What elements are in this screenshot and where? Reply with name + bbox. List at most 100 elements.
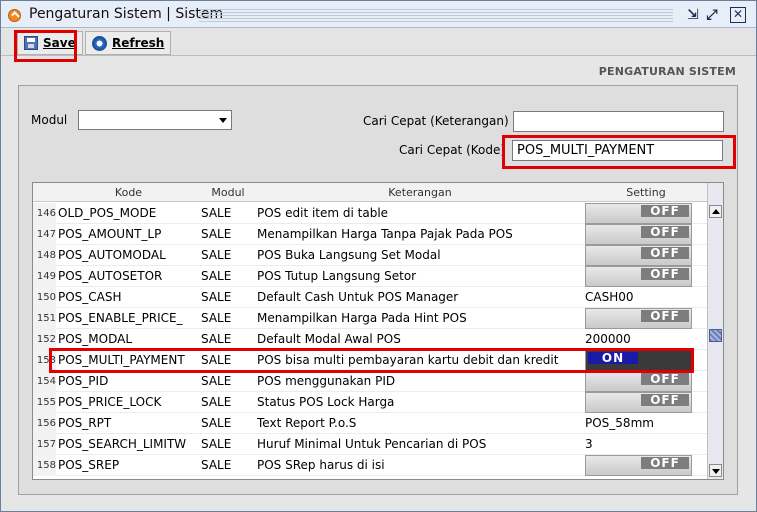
table-row[interactable]: 158 POS_SREP SALE POS SRep harus di isi OFF	[33, 455, 707, 476]
setting-toggle-label: OFF	[641, 226, 689, 238]
setting-toggle[interactable]: OFF	[585, 245, 692, 266]
cell-modul: SALE	[201, 248, 232, 262]
settings-grid: Kode Modul Keterangan Setting 146 OLD_POS…	[32, 182, 724, 480]
modul-select[interactable]	[78, 110, 232, 130]
table-row[interactable]: 154 POS_PID SALE POS menggunakan PID OFF	[33, 371, 707, 392]
cari-keterangan-input[interactable]	[513, 111, 724, 132]
scroll-up-icon[interactable]	[709, 205, 722, 218]
cell-setting[interactable]: OFF	[585, 266, 707, 287]
cell-setting[interactable]: OFF	[585, 224, 707, 245]
cell-modul: SALE	[201, 269, 232, 283]
cell-modul: SALE	[201, 458, 232, 472]
settings-window: Pengaturan Sistem | Sistem ⇲ ⤢ ✕ Save Re…	[0, 0, 757, 512]
cell-kode: POS_PID	[58, 374, 109, 388]
cell-setting[interactable]: POS_58mm	[585, 413, 707, 434]
cell-setting[interactable]: OFF	[585, 392, 707, 413]
cell-modul: SALE	[201, 374, 232, 388]
cell-modul: SALE	[201, 290, 232, 304]
setting-toggle-label: OFF	[641, 205, 689, 217]
cell-keterangan: POS Tutup Langsung Setor	[257, 269, 417, 283]
cell-setting[interactable]: OFF	[585, 371, 707, 392]
cell-kode: POS_CASH	[58, 290, 122, 304]
setting-toggle-label: OFF	[641, 394, 689, 406]
cell-keterangan: Default Cash Untuk POS Manager	[257, 290, 459, 304]
cari-keterangan-label: Cari Cepat (Keterangan)	[363, 114, 509, 128]
table-row[interactable]: 156 POS_RPT SALE Text Report P.o.S POS_58mm	[33, 413, 707, 434]
row-number: 147	[33, 224, 56, 245]
refresh-button[interactable]: Refresh	[85, 31, 172, 55]
cell-keterangan: Text Report P.o.S	[257, 416, 357, 430]
setting-toggle[interactable]: OFF	[585, 455, 692, 476]
cell-modul: SALE	[201, 206, 232, 220]
row-number: 155	[33, 392, 56, 413]
cell-kode: POS_AUTOSETOR	[58, 269, 163, 283]
cell-keterangan: Menampilkan Harga Tanpa Pajak Pada POS	[257, 227, 513, 241]
table-row[interactable]: 148 POS_AUTOMODAL SALE POS Buka Langsung Se…	[33, 245, 707, 266]
row-number: 156	[33, 413, 56, 434]
table-row[interactable]: 155 POS_PRICE_LOCK SALE Status POS Lock Har…	[33, 392, 707, 413]
cell-modul: SALE	[201, 311, 232, 325]
row-number: 150	[33, 287, 56, 308]
refresh-button-label: Refresh	[112, 36, 165, 50]
cell-modul: SALE	[201, 395, 232, 409]
cari-kode-label: Cari Cepat (Kode)	[399, 143, 506, 157]
setting-toggle[interactable]: OFF	[585, 224, 692, 245]
table-row[interactable]: 152 POS_MODAL SALE Default Modal Awal POS 20…	[33, 329, 707, 350]
cell-setting[interactable]: OFF	[585, 308, 707, 329]
close-icon[interactable]: ✕	[730, 7, 746, 23]
cell-kode: POS_AMOUNT_LP	[58, 227, 162, 241]
setting-toggle-label: OFF	[641, 310, 689, 322]
cell-modul: SALE	[201, 416, 232, 430]
title-bar[interactable]: Pengaturan Sistem | Sistem ⇲ ⤢ ✕	[1, 1, 756, 28]
row-number: 157	[33, 434, 56, 455]
table-row[interactable]: 146 OLD_POS_MODE SALE POS edit item di tabl…	[33, 203, 707, 224]
cell-setting[interactable]: OFF	[585, 245, 707, 266]
table-row[interactable]: 150 POS_CASH SALE Default Cash Untuk POS Ma…	[33, 287, 707, 308]
table-row[interactable]: 147 POS_AMOUNT_LP SALE Menampilkan Harga Ta…	[33, 224, 707, 245]
column-header-keterangan[interactable]: Keterangan	[257, 186, 583, 199]
table-row[interactable]: 149 POS_AUTOSETOR SALE POS Tutup Langsung S…	[33, 266, 707, 287]
cell-setting[interactable]: OFF	[585, 455, 707, 476]
scroll-thumb[interactable]	[709, 329, 722, 342]
column-header-kode[interactable]: Kode	[58, 186, 199, 199]
vertical-scrollbar[interactable]	[707, 183, 723, 479]
setting-toggle-label: OFF	[641, 268, 689, 280]
setting-toggle[interactable]: OFF	[585, 308, 692, 329]
cell-keterangan: Status POS Lock Harga	[257, 395, 395, 409]
row-number: 146	[33, 203, 56, 224]
restore-icon[interactable]: ⇲	[685, 7, 701, 23]
setting-toggle-label: OFF	[641, 373, 689, 385]
app-icon	[8, 9, 21, 22]
cell-kode: POS_SREP	[58, 458, 120, 472]
row-number: 148	[33, 245, 56, 266]
column-header-setting[interactable]: Setting	[585, 186, 707, 199]
cell-kode: OLD_POS_MODE	[58, 206, 157, 220]
cell-keterangan: POS menggunakan PID	[257, 374, 396, 388]
cell-kode: POS_MODAL	[58, 332, 133, 346]
cell-modul: SALE	[201, 227, 232, 241]
table-row[interactable]: 151 POS_ENABLE_PRICE_ SALE Menampilkan Harg…	[33, 308, 707, 329]
cell-setting[interactable]: 200000	[585, 329, 707, 350]
setting-toggle-label: OFF	[641, 457, 689, 469]
cell-setting[interactable]: OFF	[585, 203, 707, 224]
setting-toggle[interactable]: OFF	[585, 392, 692, 413]
chevron-down-icon[interactable]	[219, 118, 227, 123]
cell-setting[interactable]: 3	[585, 434, 707, 455]
maximize-icon[interactable]: ⤢	[704, 7, 720, 23]
column-header-modul[interactable]: Modul	[201, 186, 255, 199]
window-title: Pengaturan Sistem | Sistem	[29, 6, 224, 22]
modul-label: Modul	[31, 113, 68, 127]
cell-kode: POS_AUTOMODAL	[58, 248, 166, 262]
setting-toggle[interactable]: OFF	[585, 203, 692, 224]
search-highlight-box	[502, 135, 736, 169]
scroll-down-icon[interactable]	[709, 464, 722, 477]
cell-keterangan: POS edit item di table	[257, 206, 389, 220]
cell-kode: POS_RPT	[58, 416, 112, 430]
row-number: 151	[33, 308, 56, 329]
grid-header: Kode Modul Keterangan Setting	[33, 183, 707, 202]
cell-modul: SALE	[201, 437, 232, 451]
setting-toggle[interactable]: OFF	[585, 266, 692, 287]
cell-setting[interactable]: CASH00	[585, 287, 707, 308]
setting-toggle[interactable]: OFF	[585, 371, 692, 392]
table-row[interactable]: 157 POS_SEARCH_LIMITW SALE Huruf Minimal Un…	[33, 434, 707, 455]
